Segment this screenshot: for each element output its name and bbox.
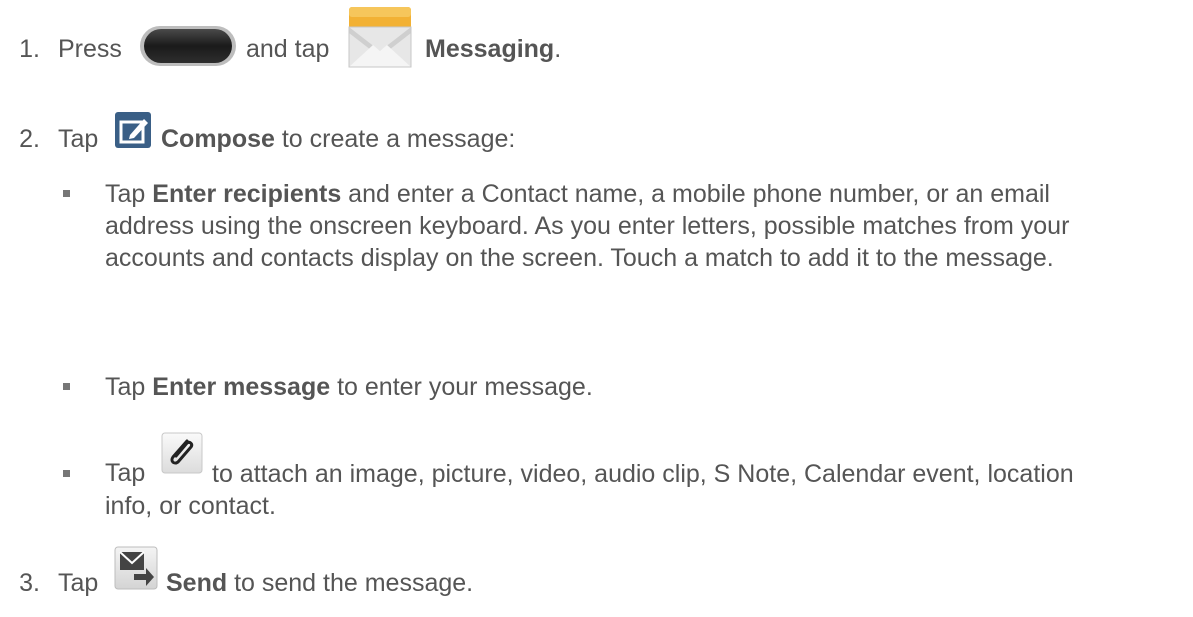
bullet-3-post: to attach an image, picture, video, audi… — [105, 460, 1074, 520]
bullet-2-text: Tap Enter message to enter your message. — [105, 371, 1115, 403]
bullet-1-bold: Enter recipients — [152, 180, 342, 208]
step-3-number: 3. — [19, 569, 40, 597]
bullet-1-pre: Tap — [105, 180, 146, 208]
home-button-icon — [139, 24, 237, 75]
compose-icon — [114, 111, 152, 156]
step-1-post: . — [554, 35, 562, 63]
bullet-2-bold: Enter message — [152, 373, 331, 401]
messaging-envelope-icon — [347, 5, 413, 76]
step-3-post: to send the message. — [234, 569, 474, 597]
step-2-text: Compose to create a message: — [161, 124, 515, 154]
step-2-post: to create a message: — [281, 125, 516, 153]
bullet-marker — [63, 190, 70, 197]
step-1-text: Messaging. — [425, 34, 561, 64]
bullet-2-pre: Tap — [105, 373, 146, 401]
bullet-1-text: Tap Enter recipients and enter a Contact… — [105, 178, 1115, 274]
step-1-number: 1. — [19, 35, 40, 63]
bullet-marker — [63, 383, 70, 390]
bullet-marker — [63, 470, 70, 477]
step-3-text: Send to send the message. — [166, 568, 473, 598]
step-3-bold: Send — [166, 569, 228, 597]
step-2-number: 2. — [19, 125, 40, 153]
step-1-bold: Messaging — [425, 35, 555, 63]
step-3-pre: Tap — [58, 569, 99, 597]
bullet-2-post: to enter your message. — [337, 373, 593, 401]
step-2-pre: Tap — [58, 125, 99, 153]
step-2-bold: Compose — [161, 125, 275, 153]
send-icon — [114, 546, 158, 597]
step-1-mid: and tap — [246, 35, 330, 63]
step-1-pre: Press — [58, 35, 122, 63]
